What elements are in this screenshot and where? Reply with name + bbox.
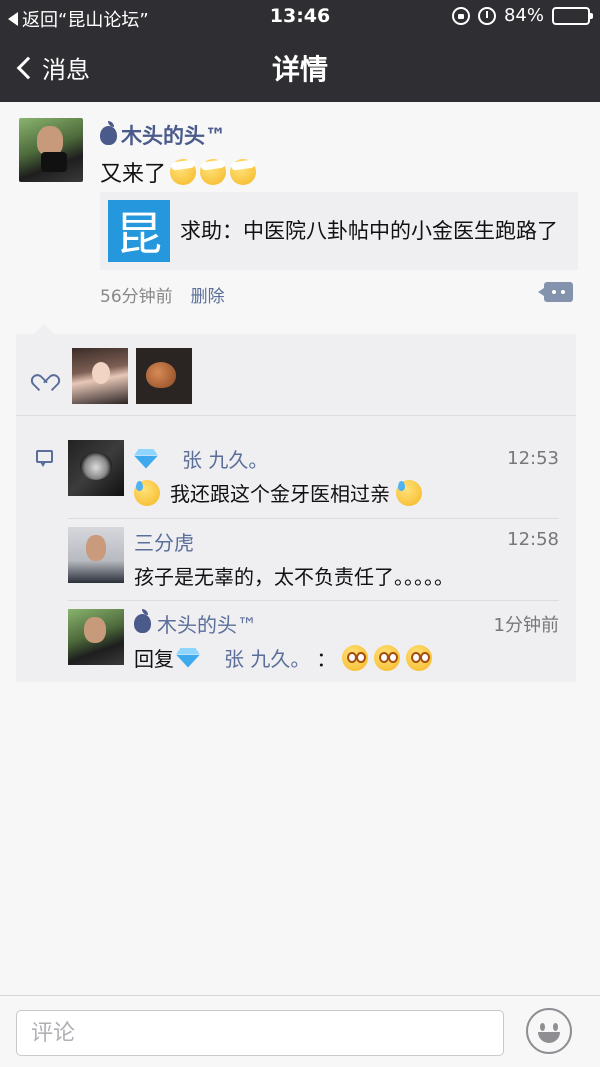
status-icons: 84% bbox=[451, 5, 593, 26]
comment-time: 1分钟前 bbox=[493, 615, 559, 636]
heart-icon bbox=[36, 367, 52, 381]
post-time: 56分钟前 bbox=[100, 287, 173, 307]
smiley-eye-icon bbox=[553, 1023, 558, 1031]
bandage-face-emoji bbox=[230, 159, 257, 185]
liker-avatar[interactable] bbox=[136, 348, 192, 404]
nav-bar: 消息 详情 bbox=[0, 34, 600, 102]
post-meta: 56分钟前 删除 bbox=[100, 282, 225, 307]
emoji-picker-button[interactable] bbox=[526, 1008, 572, 1054]
post-text-content: 又来了 bbox=[100, 162, 167, 187]
author-avatar[interactable] bbox=[19, 118, 83, 182]
comment-row[interactable]: 张 九久。 12:53 我还跟这个金牙医相过亲 bbox=[68, 438, 559, 518]
alarm-icon bbox=[477, 6, 496, 25]
reply-mention[interactable]: 张 九久。 bbox=[224, 643, 310, 672]
link-thumbnail: 昆 bbox=[108, 200, 170, 262]
comment-input[interactable] bbox=[16, 1010, 504, 1056]
smiley-eye-icon bbox=[540, 1023, 545, 1031]
commenter-avatar[interactable] bbox=[68, 609, 124, 665]
apple-icon bbox=[100, 120, 117, 145]
bandage-face-emoji bbox=[170, 159, 197, 185]
dot-icon bbox=[552, 290, 556, 294]
comment-row[interactable]: 木头的头™ 1分钟前 回复 张 九久。 ： bbox=[68, 600, 559, 682]
comment-text-content: 我还跟这个金牙医相过亲 bbox=[170, 482, 390, 506]
commenter-name-text: 张 九久。 bbox=[182, 448, 269, 472]
comment-row[interactable]: 三分虎 12:58 孩子是无辜的，太不负责任了。。。。。 bbox=[68, 518, 559, 600]
commenter-name-text: 三分虎 bbox=[134, 531, 194, 555]
flushed-face-emoji bbox=[342, 644, 369, 671]
post-text: 又来了 bbox=[100, 156, 257, 188]
comment-text-content: 孩子是无辜的，太不负责任了。。。。。 bbox=[134, 565, 454, 589]
comment-time: 12:53 bbox=[507, 448, 559, 469]
author-name-text: 木头的头™ bbox=[121, 124, 226, 148]
likes-row bbox=[16, 334, 576, 416]
interaction-panel: 张 九久。 12:53 我还跟这个金牙医相过亲 三分虎 12:58 孩子是无辜的… bbox=[16, 324, 576, 682]
flushed-face-emoji bbox=[406, 644, 433, 671]
page-title: 详情 bbox=[271, 53, 328, 86]
comment-text: 回复 张 九久。 ： bbox=[134, 643, 433, 672]
comment-input-bar bbox=[0, 995, 600, 1067]
commenter-name[interactable]: 三分虎 bbox=[134, 527, 194, 556]
comment-text: 孩子是无辜的，太不负责任了。。。。。 bbox=[134, 561, 454, 590]
comment-time: 12:58 bbox=[507, 529, 559, 550]
rotation-lock-icon bbox=[451, 6, 470, 25]
shared-link-card[interactable]: 昆 求助：中医院八卦帖中的小金医生跑路了 bbox=[100, 192, 578, 270]
status-bar: 返回“昆山论坛” 13:46 84% bbox=[0, 0, 600, 34]
bandage-face-emoji bbox=[200, 159, 227, 185]
commenter-name-text: 木头的头™ bbox=[157, 613, 257, 637]
battery-percent: 84% bbox=[503, 5, 544, 26]
battery-icon bbox=[552, 6, 593, 25]
commenter-avatar[interactable] bbox=[68, 527, 124, 583]
liker-avatar[interactable] bbox=[72, 348, 128, 404]
comment-menu-button[interactable] bbox=[538, 282, 573, 302]
apple-icon bbox=[134, 609, 151, 633]
top-bar: 返回“昆山论坛” 13:46 84% 消息 详情 bbox=[0, 0, 600, 102]
comment-icon bbox=[36, 450, 53, 467]
commenter-avatar[interactable] bbox=[68, 440, 124, 496]
dot-icon bbox=[561, 290, 565, 294]
sweat-face-emoji bbox=[134, 479, 160, 506]
commenter-name[interactable]: 张 九久。 bbox=[134, 444, 268, 473]
diamond-icon bbox=[176, 648, 200, 668]
sweat-face-emoji bbox=[396, 479, 422, 506]
author-name[interactable]: 木头的头™ bbox=[100, 120, 226, 150]
reply-suffix: ： bbox=[316, 647, 337, 671]
reply-prefix: 回复 bbox=[134, 647, 174, 671]
link-title: 求助：中医院八卦帖中的小金医生跑路了 bbox=[180, 219, 558, 243]
smiley-mouth-icon bbox=[538, 1032, 560, 1043]
flushed-face-emoji bbox=[374, 644, 401, 671]
comment-text: 我还跟这个金牙医相过亲 bbox=[134, 478, 422, 507]
delete-button[interactable]: 删除 bbox=[191, 282, 225, 307]
diamond-icon bbox=[134, 449, 158, 469]
commenter-name[interactable]: 木头的头™ bbox=[134, 609, 257, 638]
